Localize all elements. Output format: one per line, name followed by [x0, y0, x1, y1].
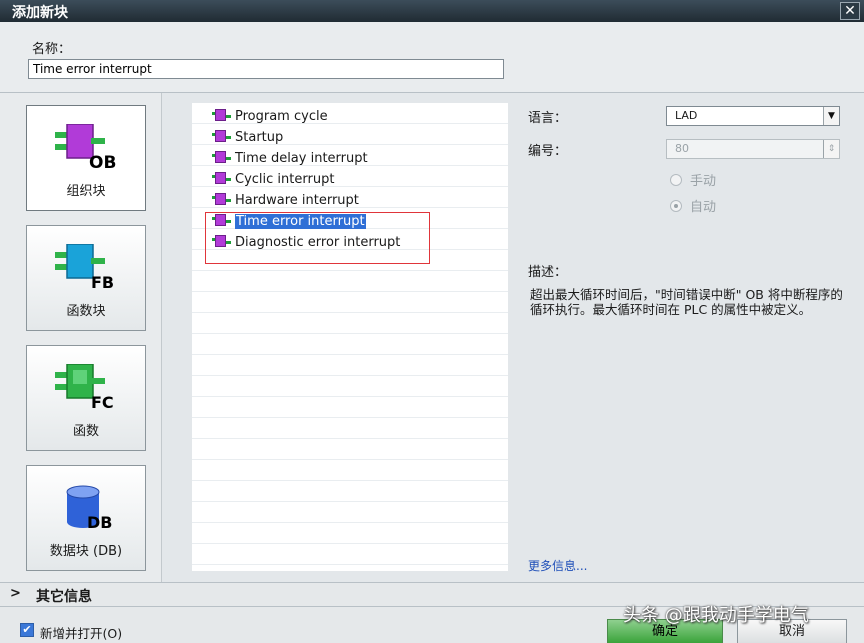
- title-bar: 添加新块 ✕: [0, 0, 864, 22]
- auto-radio: 自动: [670, 196, 716, 215]
- ob-block-icon: [212, 193, 232, 205]
- manual-radio: 手动: [670, 170, 716, 189]
- language-select[interactable]: LAD ▼: [666, 106, 840, 126]
- block-type-list[interactable]: Program cycle Startup Time delay interru…: [192, 103, 508, 571]
- list-item-cyclic-interrupt[interactable]: Cyclic interrupt: [212, 170, 334, 190]
- stepper-icon: ⇕: [823, 140, 839, 158]
- number-value: 80: [675, 142, 689, 155]
- function-block-icon: FB: [55, 244, 114, 290]
- close-button[interactable]: ✕: [840, 2, 860, 20]
- properties-pane: 语言： LAD ▼ 编号： 80 ⇕ 手动 自动 描述： 超出最大循环时间后，"…: [508, 93, 864, 583]
- list-item-label: Hardware interrupt: [235, 193, 359, 208]
- list-item-time-delay-interrupt[interactable]: Time delay interrupt: [212, 149, 368, 169]
- chevron-down-icon: ▼: [823, 107, 839, 125]
- language-label: 语言：: [528, 111, 568, 126]
- category-fc-button[interactable]: FC 函数: [26, 345, 146, 451]
- add-and-open-checkbox[interactable]: ✔: [20, 623, 34, 637]
- category-db-button[interactable]: DB 数据块 (DB): [26, 465, 146, 571]
- radio-icon: [670, 174, 682, 186]
- name-label: 名称：: [32, 42, 72, 57]
- ob-block-icon: [212, 130, 232, 142]
- ob-block-icon: [212, 151, 232, 163]
- description-label: 描述：: [528, 265, 568, 280]
- number-label: 编号：: [528, 144, 568, 159]
- main-area: OB 组织块 FB 函数块 FC 函数 DB 数据块 (DB) Program …: [0, 92, 864, 583]
- dialog-title: 添加新块: [12, 5, 68, 21]
- number-stepper: 80 ⇕: [666, 139, 840, 159]
- category-badge: FC: [91, 393, 114, 410]
- ob-block-icon: [212, 172, 232, 184]
- add-and-open-label: 新增并打开(O): [40, 626, 123, 641]
- category-label: 数据块 (DB): [49, 544, 123, 559]
- list-item-program-cycle[interactable]: Program cycle: [212, 107, 328, 127]
- language-value: LAD: [675, 109, 698, 122]
- category-fb-button[interactable]: FB 函数块: [26, 225, 146, 331]
- watermark-text: 头条 @跟我动手学电气: [623, 605, 809, 626]
- list-item-label: Startup: [235, 130, 284, 145]
- list-item-label: Cyclic interrupt: [235, 172, 335, 187]
- category-badge: DB: [87, 513, 112, 530]
- highlight-frame: [205, 212, 430, 264]
- category-label: 函数: [72, 424, 99, 439]
- category-badge: FB: [91, 273, 114, 290]
- radio-selected-icon: [670, 200, 682, 212]
- list-item-label: Program cycle: [235, 109, 328, 124]
- category-badge: OB: [89, 153, 116, 170]
- list-item-label: Time delay interrupt: [235, 151, 368, 166]
- name-area: 名称：: [0, 22, 864, 92]
- chevron-right-icon: >: [10, 586, 21, 601]
- other-info-label: 其它信息: [36, 589, 92, 605]
- category-label: 组织块: [66, 184, 106, 199]
- list-item-hardware-interrupt[interactable]: Hardware interrupt: [212, 191, 359, 211]
- function-icon: FC: [55, 364, 114, 410]
- list-item-startup[interactable]: Startup: [212, 128, 283, 148]
- organization-block-icon: OB: [55, 124, 116, 170]
- more-info-link[interactable]: 更多信息...: [528, 557, 587, 574]
- category-ob-button[interactable]: OB 组织块: [26, 105, 146, 211]
- name-input[interactable]: [28, 59, 504, 79]
- bottom-area: > 其它信息 ✔ 新增并打开(O) 确定 取消 头条 @跟我动手学电气: [0, 582, 864, 643]
- manual-radio-label: 手动: [690, 174, 717, 189]
- description-text: 超出最大循环时间后，"时间错误中断" OB 将中断程序的循环执行。最大循环时间在…: [530, 287, 843, 317]
- database-cylinder-icon: DB: [66, 485, 112, 530]
- category-label: 函数块: [66, 304, 106, 319]
- category-pane: OB 组织块 FB 函数块 FC 函数 DB 数据块 (DB): [0, 93, 162, 583]
- ob-block-icon: [212, 109, 232, 121]
- auto-radio-label: 自动: [690, 200, 717, 215]
